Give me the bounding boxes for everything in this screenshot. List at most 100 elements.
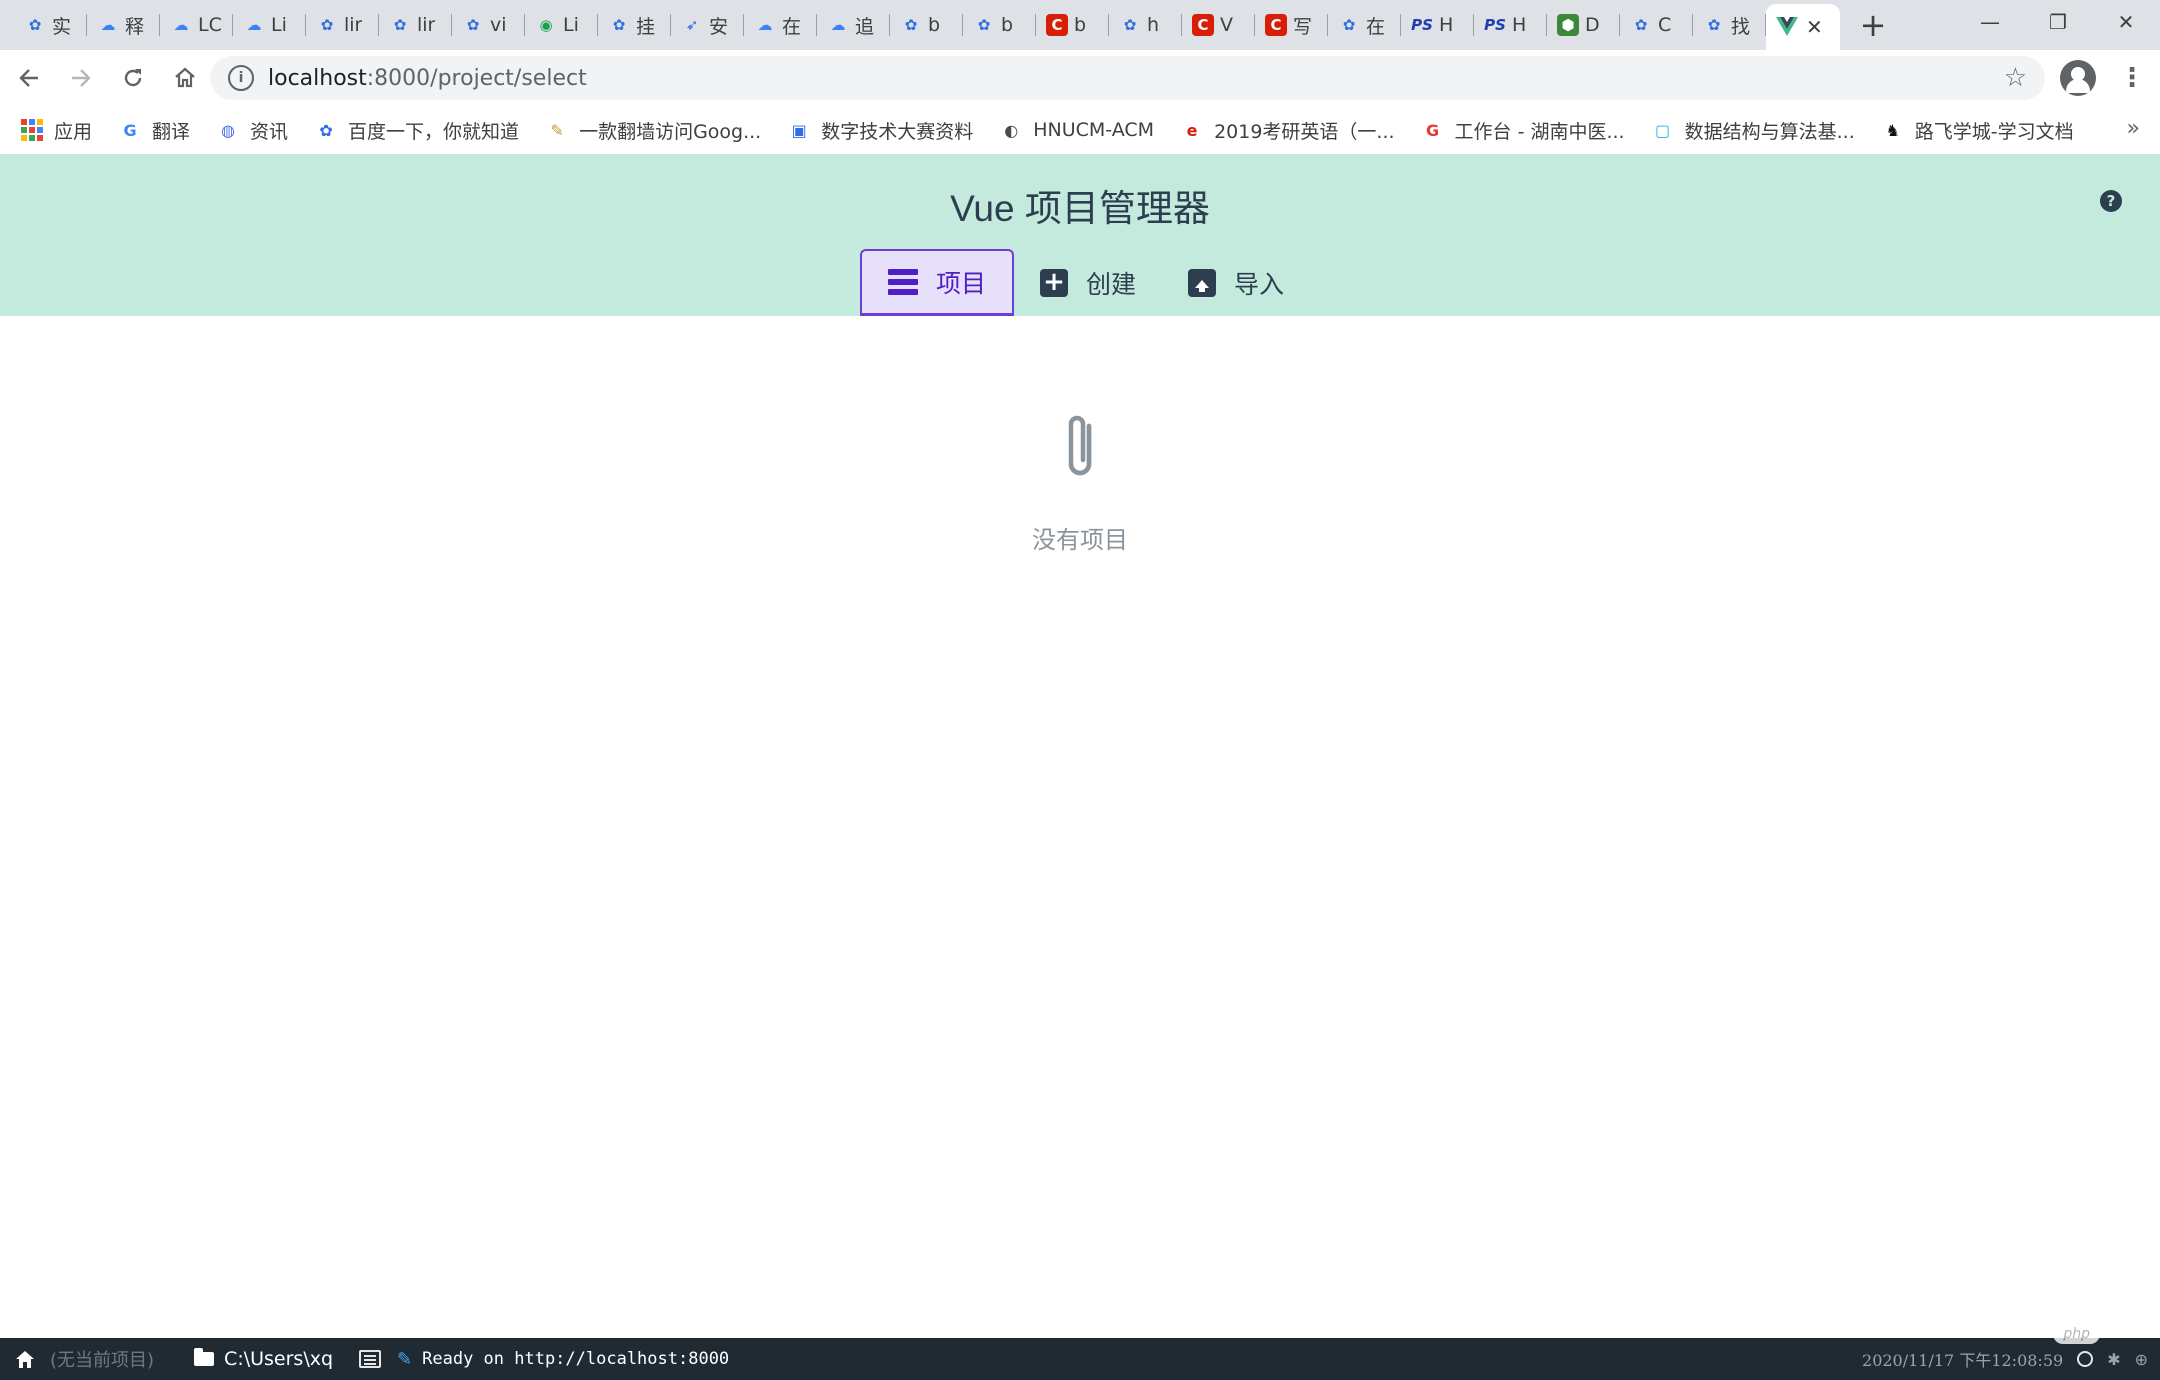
address-bar[interactable]: i localhost:8000/project/select ☆	[210, 56, 2045, 100]
cwd-path[interactable]: C:\Users\xq	[224, 1348, 333, 1370]
tab-title: lir	[344, 14, 363, 36]
browser-tab[interactable]: ☁ 追	[817, 0, 890, 50]
address-url[interactable]: localhost:8000/project/select	[268, 66, 587, 91]
bookmark-label: 工作台 - 湖南中医...	[1454, 120, 1625, 143]
bookmark-item[interactable]: ✿ 百度一下，你就知道	[314, 117, 519, 144]
browser-tab[interactable]: ☁ Li	[233, 0, 306, 50]
browser-tab[interactable]: ⬢ D	[1547, 0, 1620, 50]
help-icon[interactable]: ?	[2100, 190, 2122, 212]
browser-tab[interactable]: ✿ lir	[379, 0, 452, 50]
gongzuo-icon: G	[1425, 120, 1440, 140]
tab-title: 追	[855, 15, 875, 38]
home-button[interactable]	[162, 55, 208, 101]
minimize-icon[interactable]: —	[1956, 0, 2024, 44]
tab-create[interactable]: + 创建	[1014, 249, 1162, 316]
bookmark-label: 2019考研英语（一...	[1214, 120, 1395, 143]
theme-toggle-icon[interactable]	[2077, 1351, 2094, 1367]
close-tab-icon[interactable]: ✕	[1806, 15, 1823, 39]
browser-tab[interactable]: ✿ lir	[306, 0, 379, 50]
paw-icon: ✿	[393, 16, 407, 34]
tab-title: Li	[563, 14, 579, 36]
tab-title: 找	[1731, 15, 1751, 38]
bookmark-item[interactable]: ✎ 一款翻墙访问Goog...	[545, 117, 761, 144]
profile-avatar[interactable]	[2060, 60, 2096, 96]
browser-tab[interactable]: ✿ h	[1109, 0, 1182, 50]
bookmark-item[interactable]: G 工作台 - 湖南中医...	[1421, 117, 1625, 144]
translate-icon[interactable]: ⊕	[2135, 1350, 2148, 1369]
tab-title: b	[1001, 14, 1014, 36]
tab-title: D	[1585, 14, 1600, 36]
tab-title: 释	[125, 15, 145, 38]
restore-icon[interactable]: ❐	[2024, 0, 2092, 44]
close-window-icon[interactable]: ✕	[2092, 0, 2160, 44]
bookmark-label: 资讯	[250, 120, 289, 143]
csdn-icon: C	[1046, 14, 1068, 36]
bookmark-label: 数字技术大赛资料	[821, 120, 974, 143]
paw-icon: ✿	[612, 16, 626, 34]
bookmark-item[interactable]: ▣ 数字技术大赛资料	[787, 117, 974, 144]
bookmark-label: 一款翻墙访问Goog...	[579, 120, 762, 143]
tab-title: vi	[490, 14, 507, 36]
vue-icon	[1776, 16, 1798, 38]
browser-tab[interactable]: PS H	[1474, 0, 1547, 50]
browser-tab[interactable]: CV	[1182, 0, 1255, 50]
browser-tab[interactable]: ✿ 挂	[598, 0, 671, 50]
browser-tab[interactable]: ✿ 在	[1328, 0, 1401, 50]
cloud-icon: ☁	[246, 16, 262, 34]
browser-tab[interactable]: ➶ 安	[671, 0, 744, 50]
browser-tab[interactable]: ✿ vi	[452, 0, 525, 50]
tab-title: b	[928, 14, 941, 36]
bookmark-item[interactable]: 应用	[20, 117, 92, 144]
watermark-badge: php	[2053, 1324, 2100, 1344]
log-icon[interactable]	[359, 1350, 382, 1368]
cloud-icon: ☁	[173, 16, 189, 34]
browser-tab[interactable]: ✿ 找	[1693, 0, 1766, 50]
browser-tab[interactable]: ☁ 释	[87, 0, 160, 50]
tab-list: ✿ 实 ☁ 释 ☁ LC ☁ Li ✿ lir ✿ lir ✿ vi ◉ Li ✿ 挂 ➶ 安 ☁ 在 ☁ 追 ✿ b ✿ b Cb ✿ h…	[0, 0, 1766, 50]
tab-title: 挂	[636, 15, 656, 38]
forward-button[interactable]	[58, 55, 104, 101]
browser-tab[interactable]: ✿ b	[890, 0, 963, 50]
bookmark-item[interactable]: ▢ 数据结构与算法基...	[1651, 117, 1855, 144]
bookmark-item[interactable]: ◍ 资讯	[216, 117, 288, 144]
import-icon	[1188, 268, 1217, 297]
paw-icon: ✿	[28, 16, 42, 34]
browser-tab[interactable]: ◉ Li	[525, 0, 598, 50]
tab-title: H	[1512, 14, 1527, 36]
browser-tab[interactable]: ✿ b	[963, 0, 1036, 50]
browser-tab[interactable]: ☁ LC	[160, 0, 233, 50]
tab-title: lir	[417, 14, 436, 36]
browser-tabstrip: ✿ 实 ☁ 释 ☁ LC ☁ Li ✿ lir ✿ lir ✿ vi ◉ Li ✿ 挂 ➶ 安 ☁ 在 ☁ 追 ✿ b ✿ b Cb ✿ h…	[0, 0, 2160, 50]
bookmark-item[interactable]: ♞ 路飞学城-学习文档	[1881, 117, 2074, 144]
ps-icon: PS	[1411, 16, 1433, 34]
home-icon[interactable]	[14, 1348, 36, 1370]
site-info-icon[interactable]: i	[228, 65, 254, 91]
tab-import[interactable]: 导入	[1162, 249, 1310, 316]
bilibili-icon: ▢	[1655, 120, 1671, 140]
new-tab-button[interactable]: +	[1848, 0, 1898, 50]
status-message[interactable]: Ready on http://localhost:8000	[422, 1349, 729, 1369]
csdn-icon: C	[1192, 14, 1214, 36]
bug-icon[interactable]: ✱	[2107, 1350, 2120, 1369]
bookmark-item[interactable]: e 2019考研英语（一...	[1180, 117, 1395, 144]
browser-tab[interactable]: Cb	[1036, 0, 1109, 50]
bookmark-item[interactable]: ◐ HNUCM-ACM	[999, 118, 1154, 142]
browser-tab[interactable]: ✿ C	[1620, 0, 1693, 50]
page-title: Vue 项目管理器	[950, 188, 1210, 229]
browser-tab[interactable]: ✿ 实	[14, 0, 87, 50]
browser-tab[interactable]: C写	[1255, 0, 1328, 50]
active-tab[interactable]: ✕	[1766, 4, 1840, 50]
bookmark-item[interactable]: G 翻译	[118, 117, 190, 144]
bookmarks-overflow-icon[interactable]: »	[2127, 116, 2140, 141]
tab-projects[interactable]: 项目	[860, 249, 1015, 316]
status-datetime: 2020/11/17 下午12:08:59	[1862, 1351, 2064, 1370]
tab-title: h	[1147, 14, 1160, 36]
bookmark-label: 翻译	[152, 120, 191, 143]
reload-button[interactable]	[110, 55, 156, 101]
back-button[interactable]	[6, 55, 52, 101]
bookmark-star-icon[interactable]: ☆	[2004, 63, 2027, 93]
browser-menu-icon[interactable]: ⋮	[2112, 58, 2152, 98]
browser-tab[interactable]: PS H	[1401, 0, 1474, 50]
browser-tab[interactable]: ☁ 在	[744, 0, 817, 50]
current-project-label[interactable]: (无当前项目)	[50, 1346, 154, 1372]
